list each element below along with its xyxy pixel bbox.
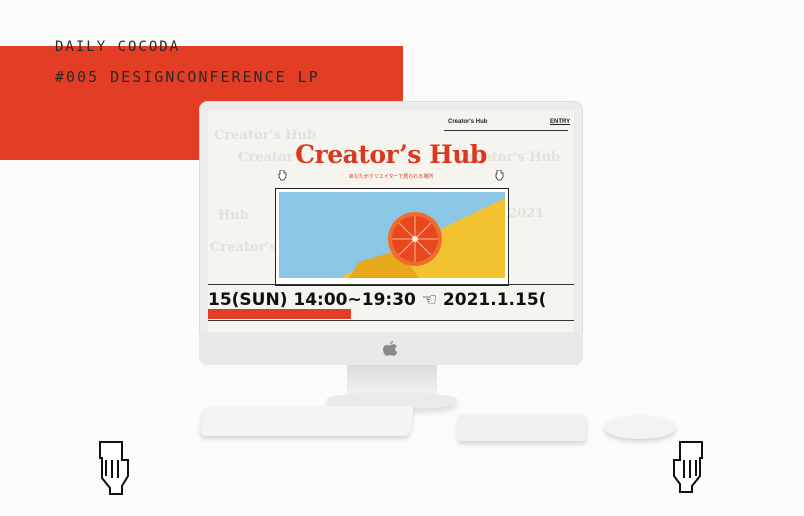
mouse xyxy=(604,415,676,439)
apple-logo-icon xyxy=(383,341,398,356)
ticker-top-rule xyxy=(208,284,574,285)
pointing-hand-down-icon xyxy=(495,170,504,181)
hero-image-frame xyxy=(275,188,509,286)
trackpad xyxy=(458,414,586,441)
ghost-text: Hub xyxy=(218,208,249,223)
grapefruit-illustration xyxy=(279,192,505,278)
pointing-hand-down-icon xyxy=(99,441,129,495)
ghost-text: 2021 xyxy=(508,206,545,221)
brand-block: DAILY COCODA #005 DESIGNCONFERENCE LP xyxy=(55,36,320,92)
website-screen: Creator's Hub Creator's Hub 2021 Creator… xyxy=(208,110,574,332)
ticker-red-bar xyxy=(208,309,351,319)
hero-photo xyxy=(279,192,505,278)
nav-entry-link[interactable]: ENTRY xyxy=(550,119,570,125)
hero-subtitle: あなたがクリエイターで居られる場所 xyxy=(348,174,434,180)
ticker-bottom-rule xyxy=(208,320,574,321)
nav-site-name[interactable]: Creator's Hub xyxy=(448,119,487,125)
pointing-hand-down-icon xyxy=(278,170,287,181)
imac-monitor: Creator's Hub Creator's Hub 2021 Creator… xyxy=(199,101,583,365)
site-navbar: Creator's Hub ENTRY xyxy=(208,116,574,130)
hero-title: Creator’s Hub xyxy=(295,140,487,169)
brand-line-daily: DAILY COCODA xyxy=(55,39,181,55)
brand-line-title: #005 DESIGNCONFERENCE LP xyxy=(55,68,320,86)
keyboard xyxy=(199,406,415,436)
pointing-hand-down-icon xyxy=(673,441,703,493)
ticker-text: 15(SUN) 14:00~19:30 ☜ 2021.1.15( xyxy=(208,290,547,310)
nav-divider xyxy=(444,130,568,131)
